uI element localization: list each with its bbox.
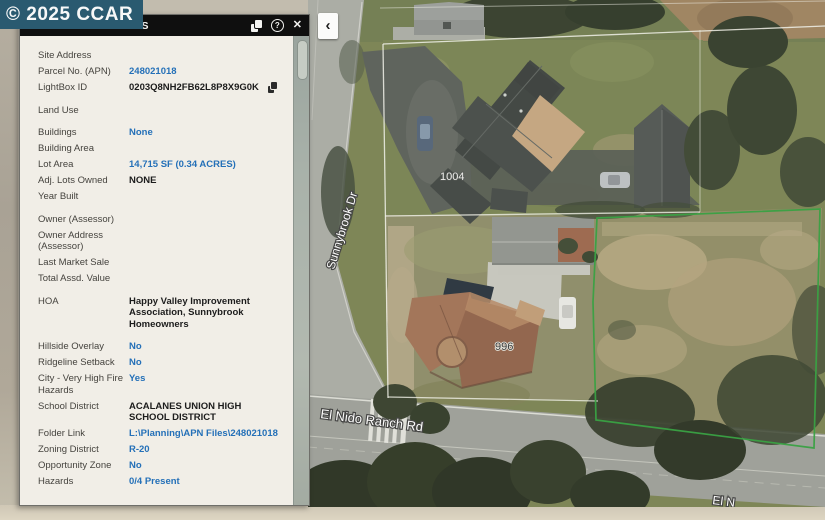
field-label: Owner (Assessor)	[38, 214, 129, 226]
panel-main: Site AddressParcel No. (APN)248021018Lig…	[20, 36, 309, 505]
copy-icon[interactable]	[251, 20, 262, 32]
field-value: No	[129, 357, 287, 369]
aerial-map[interactable]: Sunnybrook Dr El Nido Ranch Rd El N 1004…	[308, 0, 825, 507]
close-icon[interactable]: ✕	[293, 20, 302, 31]
field-value	[129, 191, 287, 203]
panel-scrollbar[interactable]	[293, 36, 309, 505]
field-label: Zoning District	[38, 444, 129, 456]
scrollbar-thumb[interactable]	[297, 40, 308, 80]
field-value: Happy Valley Improvement Association, Su…	[129, 296, 287, 331]
photo-edge-bottom	[0, 505, 825, 520]
house-number-1004: 1004	[440, 171, 464, 183]
field-row-buildings: BuildingsNone	[38, 127, 287, 139]
field-label: Hillside Overlay	[38, 341, 129, 353]
field-row-adj-lots-owned: Adj. Lots OwnedNONE	[38, 175, 287, 187]
field-row-hoa: HOAHappy Valley Improvement Association,…	[38, 296, 287, 331]
field-row-last-market-sale: Last Market Sale	[38, 257, 287, 269]
field-label: Total Assd. Value	[38, 273, 129, 285]
field-row-site-address: Site Address	[38, 50, 287, 62]
garage-996	[492, 217, 594, 265]
field-row-hillside-overlay: Hillside OverlayNo	[38, 341, 287, 353]
field-row-folder-link: Folder LinkL:\Planning\APN Files\2480210…	[38, 428, 287, 440]
field-value	[129, 230, 287, 253]
field-value	[129, 273, 287, 285]
panel-fields: Site AddressParcel No. (APN)248021018Lig…	[20, 36, 293, 505]
field-row-total-assd-value: Total Assd. Value	[38, 273, 287, 285]
field-row-land-use: Land Use	[38, 105, 287, 117]
field-label: Adj. Lots Owned	[38, 175, 129, 187]
field-label: Buildings	[38, 127, 129, 139]
street-label-el-nido-partial: El N	[712, 493, 736, 507]
field-label: Folder Link	[38, 428, 129, 440]
field-value: 14,715 SF (0.34 ACRES)	[129, 159, 287, 171]
field-row-school-district: School DistrictACALANES UNION HIGH SCHOO…	[38, 401, 287, 424]
field-row-owner-address-assessor: Owner Address (Assessor)	[38, 230, 287, 253]
screenshot-root: Sunnybrook Dr El Nido Ranch Rd El N 1004…	[0, 0, 825, 520]
field-label: HOA	[38, 296, 129, 331]
field-label: School District	[38, 401, 129, 424]
field-value	[129, 143, 287, 155]
field-label: Lot Area	[38, 159, 129, 171]
field-row-opportunity-zone: Opportunity ZoneNo	[38, 460, 287, 472]
field-row-building-area: Building Area	[38, 143, 287, 155]
field-row-ridgeline-setback: Ridgeline SetbackNo	[38, 357, 287, 369]
field-row-city-very-high-fire-hazards: City - Very High Fire HazardsYes	[38, 373, 287, 396]
field-label: Year Built	[38, 191, 129, 203]
field-value	[129, 214, 287, 226]
field-label: Owner Address (Assessor)	[38, 230, 129, 253]
car-silver	[600, 172, 630, 188]
field-row-owner-assessor: Owner (Assessor)	[38, 214, 287, 226]
field-label: City - Very High Fire Hazards	[38, 373, 129, 396]
field-value: R-20	[129, 444, 287, 456]
help-icon[interactable]: ?	[271, 19, 284, 32]
car-blue	[417, 116, 433, 151]
car-white	[559, 297, 576, 329]
field-value: No	[129, 341, 287, 353]
ccar-watermark: © 2025 CCAR	[0, 0, 143, 29]
field-row-zoning-district: Zoning DistrictR-20	[38, 444, 287, 456]
field-value: ACALANES UNION HIGH SCHOOL DISTRICT	[129, 401, 287, 424]
field-row-parcel-no-apn: Parcel No. (APN)248021018	[38, 66, 287, 78]
field-row-year-built: Year Built	[38, 191, 287, 203]
field-value: None	[129, 127, 287, 139]
field-value: Yes	[129, 373, 287, 396]
field-value	[129, 50, 287, 62]
field-label: Ridgeline Setback	[38, 357, 129, 369]
field-label: Hazards	[38, 476, 129, 488]
field-row-lightbox-id: LightBox ID0203Q8NH2FB62L8P8X9G0K	[38, 82, 287, 94]
field-label: Opportunity Zone	[38, 460, 129, 472]
field-value	[129, 257, 287, 269]
field-label: Site Address	[38, 50, 129, 62]
photo-edge-left	[0, 0, 18, 520]
field-value: No	[129, 460, 287, 472]
field-value: 0/4 Present	[129, 476, 287, 488]
aerial-imagery: Sunnybrook Dr El Nido Ranch Rd El N 1004…	[308, 0, 825, 507]
field-row-hazards: Hazards0/4 Present	[38, 476, 287, 488]
field-label: Parcel No. (APN)	[38, 66, 129, 78]
field-label: Building Area	[38, 143, 129, 155]
panel-collapse-button[interactable]: ‹	[318, 13, 338, 39]
field-value[interactable]: L:\Planning\APN Files\248021018	[129, 428, 287, 440]
field-value: 0203Q8NH2FB62L8P8X9G0K	[129, 82, 263, 94]
field-value	[129, 105, 287, 117]
field-label: Last Market Sale	[38, 257, 129, 269]
property-info-panel: UNKNOWN ADDRESS ? ✕ Site AddressParcel N…	[19, 14, 310, 506]
field-label: Land Use	[38, 105, 129, 117]
copy-value-icon[interactable]	[268, 82, 277, 93]
house-number-996: 996	[495, 341, 513, 353]
field-value: NONE	[129, 175, 287, 187]
field-row-lot-area: Lot Area14,715 SF (0.34 ACRES)	[38, 159, 287, 171]
field-label: LightBox ID	[38, 82, 129, 94]
field-value: 248021018	[129, 66, 287, 78]
